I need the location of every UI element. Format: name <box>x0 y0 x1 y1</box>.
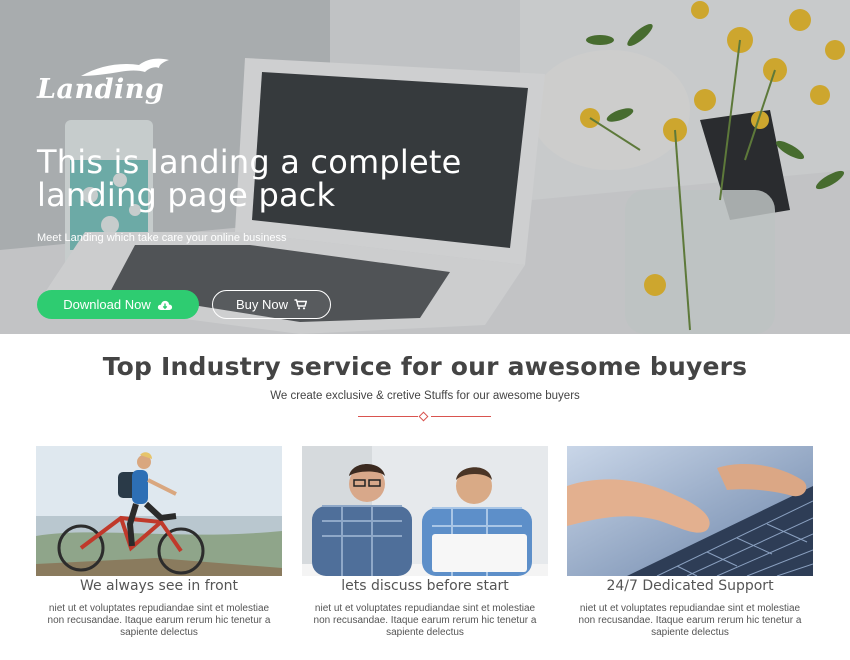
services-subtitle: We create exclusive & cretive Stuffs for… <box>270 390 580 402</box>
service-card-discuss: lets discuss before start niet ut et vol… <box>302 446 548 639</box>
download-now-button[interactable]: Download Now <box>37 290 199 319</box>
brand-logo[interactable]: Landing <box>37 56 177 108</box>
diamond-icon <box>418 411 429 422</box>
cyclist-image[interactable] <box>36 446 282 576</box>
hero-subtitle: Meet Landing which take care your online… <box>37 232 287 244</box>
service-card-title: lets discuss before start <box>341 578 509 594</box>
logo-text: Landing <box>37 74 165 105</box>
services-title: Top Industry service for our awesome buy… <box>102 352 748 381</box>
section-divider <box>358 411 491 422</box>
typing-keyboard-image[interactable] <box>567 446 813 576</box>
hero-section: Landing This is landing a complete landi… <box>0 0 850 334</box>
hero-title: This is landing a complete landing page … <box>37 143 462 214</box>
service-card-text: niet ut et voluptates repudiandae sint e… <box>578 603 802 638</box>
cart-icon <box>294 299 308 310</box>
service-card-text: niet ut et voluptates repudiandae sint e… <box>313 603 537 638</box>
service-card-front: We always see in front niet ut et volupt… <box>36 446 282 639</box>
cloud-download-icon <box>157 300 172 310</box>
divider-line-left <box>358 416 418 417</box>
service-card-title: 24/7 Dedicated Support <box>606 578 774 594</box>
service-card-text: niet ut et voluptates repudiandae sint e… <box>47 603 271 638</box>
team-discussion-image[interactable] <box>302 446 548 576</box>
divider-line-right <box>431 416 491 417</box>
service-card-support: 24/7 Dedicated Support niet ut et volupt… <box>567 446 813 639</box>
buy-now-button[interactable]: Buy Now <box>212 290 331 319</box>
service-card-title: We always see in front <box>79 578 239 594</box>
buy-now-label: Buy Now <box>235 297 289 312</box>
download-now-label: Download Now <box>63 297 151 312</box>
